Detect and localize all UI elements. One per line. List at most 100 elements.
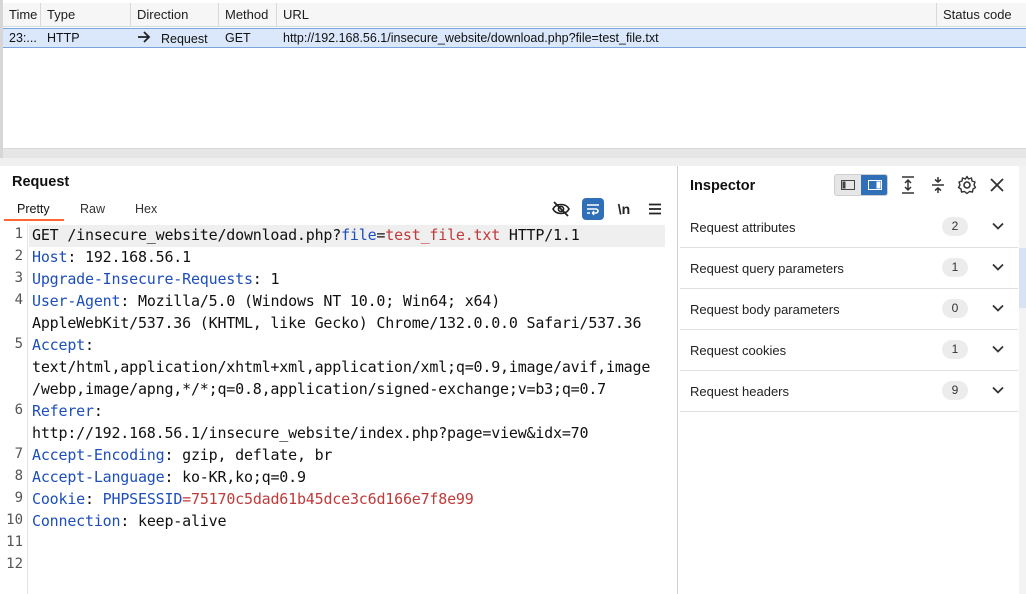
- vertical-scrollbar[interactable]: [1019, 166, 1026, 594]
- hamburger-menu-icon[interactable]: [644, 198, 666, 220]
- header-line-host: Host: 192.168.56.1: [32, 248, 191, 266]
- header-name: Host: [32, 248, 68, 266]
- header-line-referer: Referer:: [32, 402, 103, 420]
- tab-raw[interactable]: Raw: [80, 202, 105, 222]
- vertical-scrollbar-thumb[interactable]: [1019, 248, 1026, 308]
- section-count-badge: 9: [942, 381, 968, 400]
- chevron-down-icon[interactable]: [990, 382, 1006, 398]
- inspector-title: Inspector: [690, 178, 756, 194]
- section-count-badge: 1: [942, 258, 968, 277]
- collapse-all-icon[interactable]: [927, 174, 949, 196]
- request-line: GET /insecure_website/download.php?file=…: [32, 226, 580, 244]
- line-number: 3: [14, 270, 23, 286]
- eye-slash-icon[interactable]: [550, 198, 572, 220]
- pane-splitter[interactable]: [0, 158, 1026, 166]
- column-header-time[interactable]: Time: [3, 3, 41, 27]
- header-name: Referer: [32, 402, 94, 420]
- header-name: Connection: [32, 512, 121, 530]
- layout-panel-icon[interactable]: [861, 175, 887, 195]
- section-label: Request cookies: [690, 343, 787, 358]
- header-separator: :: [252, 270, 271, 288]
- inspector-section-attributes[interactable]: Request attributes 2: [680, 207, 1018, 248]
- header-line-user-agent: User-Agent: Mozilla/5.0 (Windows NT 10.0…: [32, 292, 500, 310]
- header-continuation: text/html,application/xhtml+xml,applicat…: [32, 358, 651, 376]
- header-value: 192.168.56.1: [85, 248, 191, 266]
- expand-all-icon[interactable]: [897, 174, 919, 196]
- request-pane: Request Pretty Raw Hex \n 1 2 3 4 5 6 7 …: [0, 166, 678, 594]
- request-title: Request: [12, 174, 70, 190]
- header-name: Upgrade-Insecure-Requests: [32, 270, 253, 288]
- header-name: Accept-Language: [32, 468, 165, 486]
- column-header-method[interactable]: Method: [219, 3, 277, 27]
- header-continuation: AppleWebKit/537.36 (KHTML, like Gecko) C…: [32, 314, 642, 332]
- query-equals: =: [376, 226, 386, 244]
- gear-icon[interactable]: [956, 174, 978, 196]
- inspector-section-headers[interactable]: Request headers 9: [680, 371, 1018, 412]
- line-number: 4: [14, 292, 23, 308]
- header-line-connection: Connection: keep-alive: [32, 512, 226, 530]
- layout-list-icon[interactable]: [835, 175, 861, 195]
- header-continuation: /webp,image/apng,*/*;q=0.8,application/s…: [32, 380, 606, 398]
- line-number: 6: [14, 402, 23, 418]
- chevron-down-icon[interactable]: [990, 218, 1006, 234]
- line-number: 1: [14, 226, 23, 242]
- inspector-section-query-params[interactable]: Request query parameters 1: [680, 248, 1018, 289]
- section-count-badge: 2: [942, 217, 968, 236]
- header-name: Cookie: [32, 490, 85, 508]
- header-separator: :: [120, 512, 138, 530]
- column-header-status-code[interactable]: Status code: [937, 3, 1026, 27]
- request-method-path: GET /insecure_website/download.php?: [32, 226, 342, 244]
- header-separator: :: [93, 402, 103, 420]
- header-separator: :: [85, 490, 103, 508]
- cookie-name: PHPSESSID: [102, 490, 183, 508]
- request-editor[interactable]: 1 2 3 4 5 6 7 8 9 10 11 12 GET /insecure…: [0, 223, 678, 594]
- line-number: 9: [14, 490, 23, 506]
- column-header-type[interactable]: Type: [41, 3, 131, 27]
- row-method: GET: [225, 31, 251, 45]
- section-label: Request attributes: [690, 220, 796, 235]
- layout-toggle: [834, 174, 888, 196]
- header-value: Mozilla/5.0 (Windows NT 10.0; Win64; x64…: [137, 292, 501, 310]
- header-name: Accept-Encoding: [32, 446, 165, 464]
- column-header-url[interactable]: URL: [277, 3, 937, 27]
- inspector-section-body-params[interactable]: Request body parameters 0: [680, 289, 1018, 330]
- table-row[interactable]: 23:... HTTP Request GET http://192.168.5…: [3, 28, 1026, 48]
- line-number: 7: [14, 446, 23, 462]
- cookie-equals: =: [182, 490, 191, 508]
- header-value: gzip, deflate, br: [182, 446, 333, 464]
- tab-hex[interactable]: Hex: [135, 202, 157, 222]
- chevron-down-icon[interactable]: [990, 300, 1006, 316]
- chevron-down-icon[interactable]: [990, 259, 1006, 275]
- horizontal-scrollbar[interactable]: [3, 148, 1026, 158]
- inspector-panel: Inspector Request attributes 2 Request q…: [679, 166, 1026, 594]
- header-line-accept-encoding: Accept-Encoding: gzip, deflate, br: [32, 446, 332, 464]
- header-line-accept: Accept:: [32, 336, 94, 354]
- section-label: Request body parameters: [690, 302, 840, 317]
- header-line-cookie: Cookie: PHPSESSID=75170c5dad61b45dce3c6d…: [32, 490, 474, 508]
- inspector-section-cookies[interactable]: Request cookies 1: [680, 330, 1018, 371]
- header-line-accept-language: Accept-Language: ko-KR,ko;q=0.9: [32, 468, 306, 486]
- header-separator: :: [164, 468, 183, 486]
- header-separator: :: [120, 292, 138, 310]
- section-label: Request headers: [690, 384, 790, 399]
- cookie-value: 75170c5dad61b45dce3c6d166e7f8e99: [191, 490, 474, 508]
- header-value: keep-alive: [137, 512, 227, 530]
- newline-toggle[interactable]: \n: [613, 198, 635, 220]
- close-icon[interactable]: [986, 174, 1008, 196]
- query-param-name: file: [341, 226, 377, 244]
- chevron-down-icon[interactable]: [990, 341, 1006, 357]
- section-label: Request query parameters: [690, 261, 844, 276]
- header-separator: :: [85, 336, 94, 354]
- row-type: HTTP: [47, 31, 80, 45]
- column-header-direction[interactable]: Direction: [131, 3, 219, 27]
- arrow-right-icon: [137, 29, 151, 47]
- header-continuation: http://192.168.56.1/insecure_website/ind…: [32, 424, 589, 442]
- row-url: http://192.168.56.1/insecure_website/dow…: [283, 31, 659, 45]
- history-table-header: Time Type Direction Method URL Status co…: [3, 3, 1026, 27]
- header-separator: :: [67, 248, 85, 266]
- row-direction-label: Request: [161, 32, 208, 46]
- wrap-lines-icon[interactable]: [582, 198, 604, 220]
- row-time: 23:...: [9, 31, 37, 45]
- header-value: 1: [270, 270, 280, 288]
- line-number: 5: [14, 336, 23, 352]
